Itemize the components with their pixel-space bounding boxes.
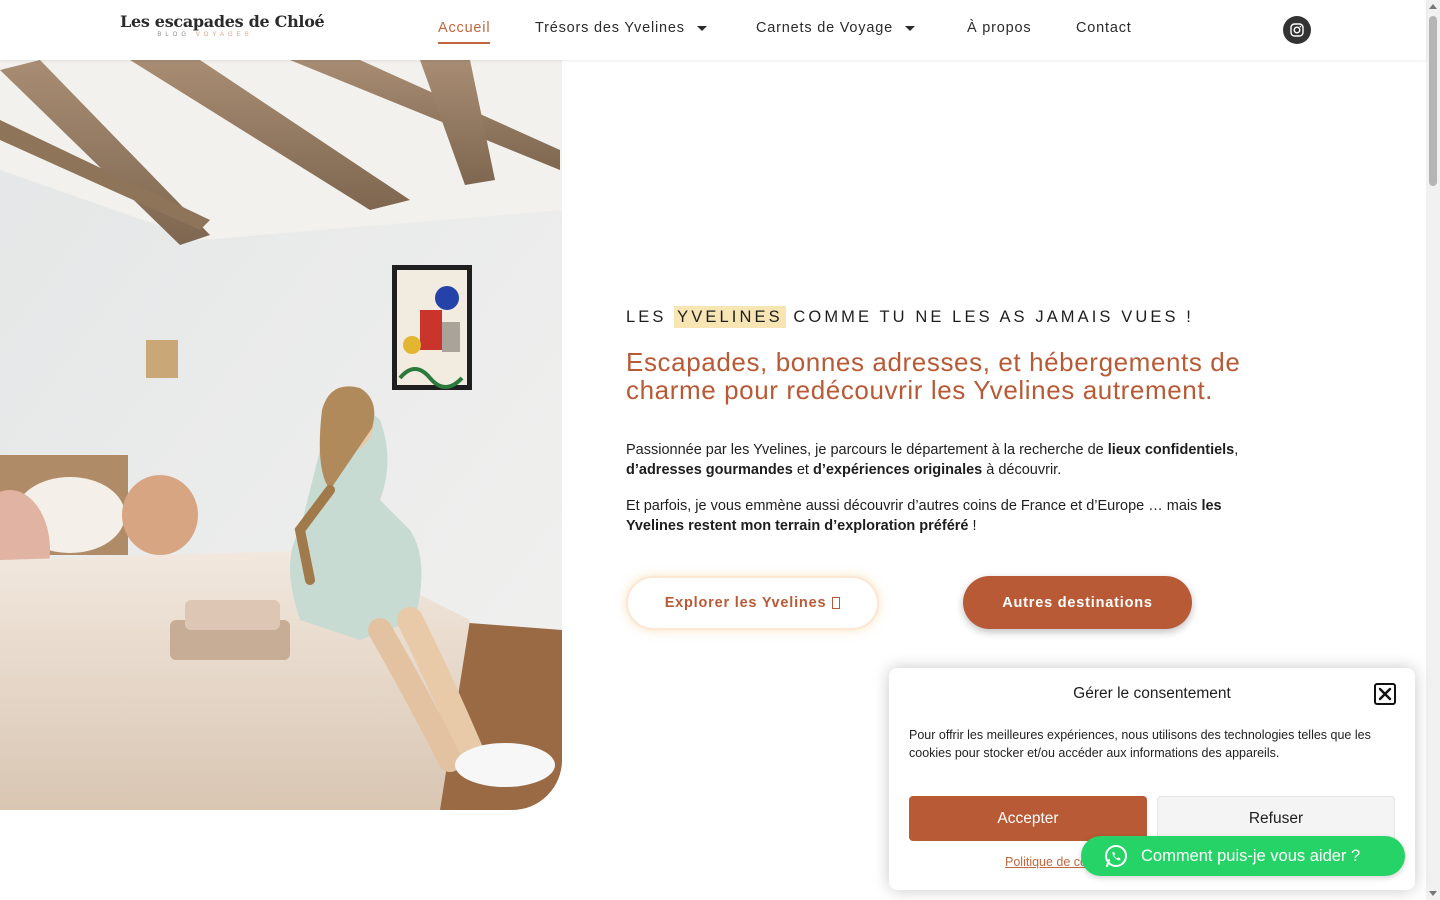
- accept-label: Accepter: [997, 809, 1059, 827]
- site-logo[interactable]: Les escapades de Chloé BLOG VOYAGES: [120, 12, 325, 38]
- nav-item-tresors-yvelines[interactable]: Trésors des Yvelines: [535, 20, 707, 44]
- explore-yvelines-button[interactable]: Explorer les Yvelines: [626, 576, 879, 630]
- refuse-label: Refuser: [1248, 809, 1304, 827]
- para-text: ,: [1234, 442, 1239, 458]
- scrollbar-thumb[interactable]: [1429, 16, 1437, 186]
- para-text: Et parfois, je vous emmène aussi découvr…: [626, 498, 1202, 514]
- whatsapp-icon: [1105, 845, 1127, 867]
- nav-item-a-propos[interactable]: À propos: [967, 20, 1031, 44]
- hero-paragraph-2: Et parfois, je vous emmène aussi découvr…: [626, 496, 1266, 536]
- para-text: et: [792, 462, 813, 478]
- kicker-highlight: YVELINES: [674, 306, 786, 328]
- para-bold: lieux confidentiels: [1107, 442, 1235, 458]
- close-icon: [1378, 687, 1392, 701]
- hero-photo: [0, 60, 562, 810]
- kicker-text-after: COMME TU NE LES AS JAMAIS VUES !: [785, 308, 1194, 326]
- scroll-up-arrow-icon[interactable]: [1429, 4, 1437, 9]
- nav-item-label: À propos: [967, 20, 1032, 36]
- other-destinations-button[interactable]: Autres destinations: [963, 576, 1192, 629]
- caret-down-icon: [904, 25, 915, 31]
- hero-kicker: LES YVELINES COMME TU NE LES AS JAMAIS V…: [626, 306, 1194, 328]
- page-scrollbar[interactable]: [1426, 0, 1440, 900]
- bedroom-illustration: [0, 60, 562, 810]
- nav-item-carnets-voyage[interactable]: Carnets de Voyage: [756, 20, 915, 44]
- nav-item-label: Trésors des Yvelines: [535, 20, 685, 36]
- cookie-title: Gérer le consentement: [1073, 685, 1231, 702]
- explore-button-label: Explorer les Yvelines: [664, 595, 827, 611]
- other-destinations-label: Autres destinations: [1002, 594, 1153, 611]
- close-button[interactable]: [1374, 683, 1396, 705]
- nav-item-accueil[interactable]: Accueil: [438, 20, 491, 44]
- logo-subtitle: BLOG VOYAGES: [120, 32, 290, 38]
- nav-item-contact[interactable]: Contact: [1076, 20, 1132, 44]
- nav-item-label: Accueil: [438, 20, 491, 36]
- nav-item-label: Carnets de Voyage: [756, 20, 893, 36]
- refuse-cookies-button[interactable]: Refuser: [1157, 796, 1395, 841]
- para-text: à découvrir.: [982, 462, 1062, 478]
- cookie-description: Pour offrir les meilleures expériences, …: [909, 728, 1371, 760]
- whatsapp-chat-button[interactable]: Comment puis-je vous aider ?: [1081, 836, 1405, 876]
- kicker-text-before: LES: [626, 308, 675, 326]
- logo-title: Les escapades de Chloé: [120, 12, 325, 31]
- para-bold: d’adresses gourmandes: [626, 462, 793, 478]
- hero-paragraph-1: Passionnée par les Yvelines, je parcours…: [626, 440, 1266, 480]
- nav-item-label: Contact: [1076, 20, 1132, 36]
- scroll-down-arrow-icon[interactable]: [1429, 891, 1437, 896]
- instagram-icon: [1290, 23, 1304, 37]
- logo-sub-blog: BLOG: [157, 32, 191, 38]
- accept-cookies-button[interactable]: Accepter: [909, 796, 1147, 841]
- hero-headline: Escapades, bonnes adresses, et hébergeme…: [626, 347, 1241, 405]
- para-bold: d’expériences originales: [812, 462, 983, 478]
- whatsapp-label: Comment puis-je vous aider ?: [1141, 846, 1361, 865]
- placeholder-glyph-icon: [832, 597, 841, 609]
- site-header: Les escapades de Chloé BLOG VOYAGES Accu…: [0, 0, 1426, 60]
- para-text: !: [968, 518, 977, 534]
- caret-down-icon: [696, 25, 707, 31]
- instagram-button[interactable]: [1283, 16, 1311, 44]
- logo-sub-voyages: VOYAGES: [195, 32, 253, 38]
- para-text: Passionnée par les Yvelines, je parcours…: [626, 442, 1108, 458]
